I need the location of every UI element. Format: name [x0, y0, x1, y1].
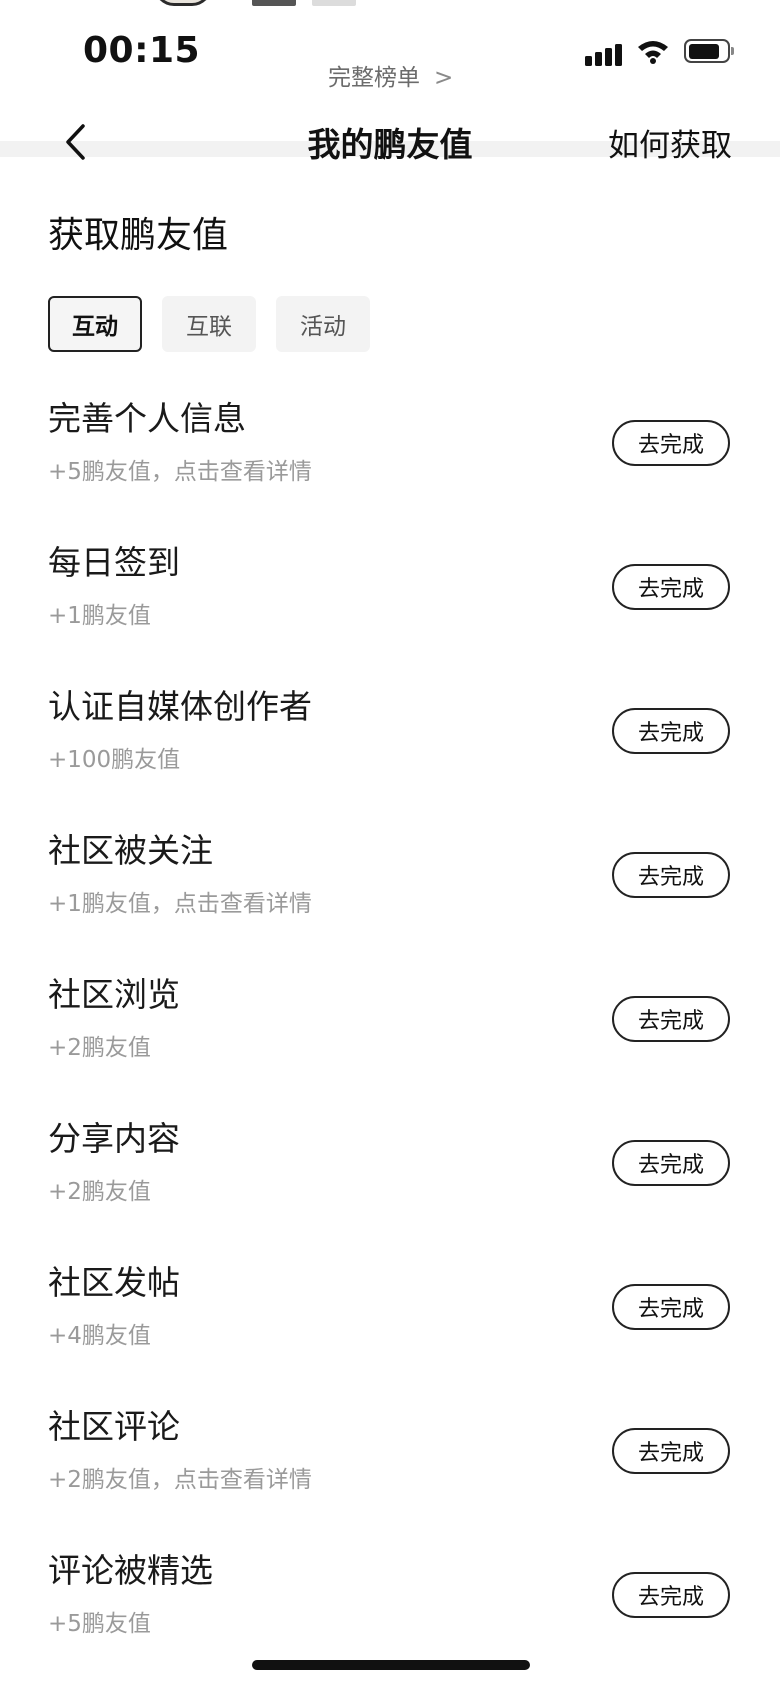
- tab-activity[interactable]: 活动: [276, 296, 370, 352]
- go-complete-button[interactable]: 去完成: [612, 996, 730, 1042]
- how-to-earn-link[interactable]: 如何获取: [608, 120, 732, 165]
- peek-indicator-dark: [252, 0, 296, 6]
- full-ranking-label: 完整榜单: [328, 65, 420, 91]
- go-complete-button[interactable]: 去完成: [612, 420, 730, 466]
- task-list: 完善个人信息 +5鹏友值，点击查看详情 去完成 每日签到 +1鹏友值 去完成 认…: [0, 392, 780, 1688]
- wifi-icon: [638, 41, 668, 64]
- task-title: 社区发帖: [48, 1263, 180, 1302]
- task-title: 认证自媒体创作者: [48, 687, 312, 726]
- task-reward-detail: +2鹏友值: [48, 1179, 151, 1205]
- list-item: 社区发帖 +4鹏友值 去完成: [0, 1256, 780, 1400]
- task-title: 分享内容: [48, 1119, 180, 1158]
- task-reward-detail[interactable]: +2鹏友值，点击查看详情: [48, 1460, 312, 1494]
- peek-avatar: [154, 0, 212, 6]
- list-item: 社区评论 +2鹏友值，点击查看详情 去完成: [0, 1400, 780, 1544]
- task-title: 社区浏览: [48, 975, 180, 1014]
- list-item: 社区浏览 +2鹏友值 去完成: [0, 968, 780, 1112]
- task-reward-detail: +5鹏友值: [48, 1611, 151, 1637]
- status-time: 00:15: [83, 30, 201, 71]
- task-title: 社区被关注: [48, 831, 213, 870]
- task-title: 社区评论: [48, 1407, 180, 1446]
- nav-bar: 我的鹏友值 如何获取: [0, 108, 780, 172]
- task-reward-detail: +100鹏友值: [48, 747, 181, 773]
- go-complete-button[interactable]: 去完成: [612, 708, 730, 754]
- task-reward-detail: +2鹏友值: [48, 1035, 151, 1061]
- go-complete-button[interactable]: 去完成: [612, 1284, 730, 1330]
- status-icons: [585, 36, 734, 66]
- tab-interaction[interactable]: 互动: [48, 296, 142, 352]
- list-item: 每日签到 +1鹏友值 去完成: [0, 536, 780, 680]
- task-reward-detail: +1鹏友值: [48, 603, 151, 629]
- list-item: 认证自媒体创作者 +100鹏友值 去完成: [0, 680, 780, 824]
- list-item: 分享内容 +2鹏友值 去完成: [0, 1112, 780, 1256]
- list-item: 完善个人信息 +5鹏友值，点击查看详情 去完成: [0, 392, 780, 536]
- home-indicator[interactable]: [252, 1660, 530, 1670]
- go-complete-button[interactable]: 去完成: [612, 852, 730, 898]
- section-title: 获取鹏友值: [48, 215, 229, 256]
- full-ranking-link[interactable]: 完整榜单 >: [328, 58, 453, 92]
- task-reward-detail[interactable]: +1鹏友值，点击查看详情: [48, 884, 312, 918]
- list-item: 社区被关注 +1鹏友值，点击查看详情 去完成: [0, 824, 780, 968]
- task-title: 评论被精选: [48, 1551, 213, 1590]
- tab-connect[interactable]: 互联: [162, 296, 256, 352]
- battery-icon: [684, 39, 734, 63]
- go-complete-button[interactable]: 去完成: [612, 1572, 730, 1618]
- task-title: 每日签到: [48, 543, 180, 582]
- category-tabs: 互动 互联 活动: [48, 296, 370, 352]
- cellular-signal-icon: [585, 36, 622, 66]
- task-reward-detail: +4鹏友值: [48, 1323, 151, 1349]
- go-complete-button[interactable]: 去完成: [612, 1428, 730, 1474]
- peek-indicator-light: [312, 0, 356, 6]
- chevron-right-icon: >: [434, 65, 454, 91]
- task-title: 完善个人信息: [48, 399, 246, 438]
- go-complete-button[interactable]: 去完成: [612, 1140, 730, 1186]
- go-complete-button[interactable]: 去完成: [612, 564, 730, 610]
- task-reward-detail[interactable]: +5鹏友值，点击查看详情: [48, 452, 312, 486]
